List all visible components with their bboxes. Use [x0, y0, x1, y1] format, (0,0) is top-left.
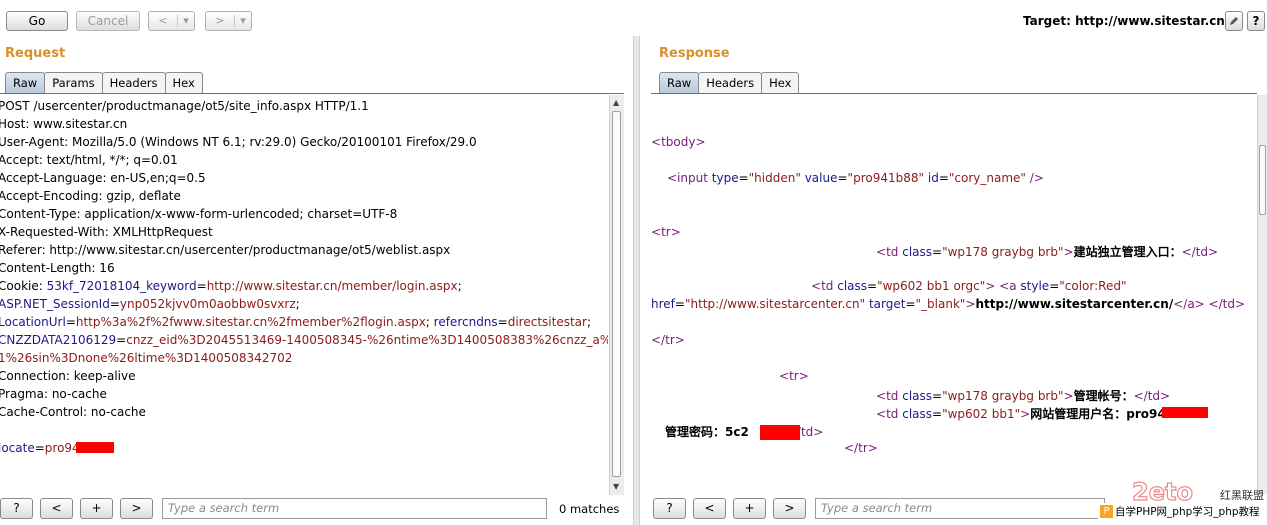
header-line: Accept-Encoding: gzip, deflate	[0, 189, 181, 203]
search-add-button[interactable]: +	[80, 498, 113, 519]
code-line: <tr>	[779, 369, 809, 383]
request-search-input[interactable]: Type a search term	[162, 498, 547, 519]
pencil-icon	[1230, 17, 1238, 25]
forward-button[interactable]: > ▾	[205, 11, 252, 31]
scroll-thumb[interactable]	[612, 111, 621, 477]
request-raw-editor[interactable]: POST /usercenter/productmanage/ot5/site_…	[0, 95, 608, 495]
header-line: Referer: http://www.sitestar.cn/usercent…	[0, 243, 451, 257]
code-line: <tbody>	[651, 135, 706, 149]
code-line: <td class="wp178 graybg brb">管理帐号：</td>	[876, 389, 1171, 403]
code-line: </tr>	[651, 333, 685, 347]
search-add-button[interactable]: +	[733, 498, 766, 519]
cookie-line: 1%26sin%3Dnone%26ltime%3D1400508342702	[0, 351, 293, 365]
header-line: Connection: keep-alive	[0, 369, 136, 383]
header-line: Host: www.sitestar.cn	[0, 117, 128, 131]
cookie-line: CNZZDATA2106129=cnzz_eid%3D2045513469-14…	[0, 333, 608, 347]
split-divider[interactable]	[633, 36, 640, 525]
search-next-button[interactable]: >	[773, 498, 806, 519]
search-prev-button[interactable]: <	[40, 498, 73, 519]
response-search-input[interactable]: Type a search term	[815, 498, 1105, 519]
forward-arrow-icon: >	[215, 14, 225, 27]
header-line: Accept: text/html, */*; q=0.01	[0, 153, 178, 167]
search-next-button[interactable]: >	[120, 498, 153, 519]
request-line: POST /usercenter/productmanage/ot5/site_…	[0, 99, 369, 113]
cookie-line: LocationUrl=http%3a%2f%2fwww.sitestar.cn…	[0, 315, 592, 329]
php-logo-icon: P	[1100, 505, 1113, 518]
response-tabs: Raw Headers Hex	[659, 72, 800, 93]
back-arrow-icon: <	[158, 14, 168, 27]
redaction-box	[760, 425, 800, 440]
code-line: </tr>	[844, 441, 878, 455]
scroll-down-icon: ▼	[613, 482, 620, 491]
code-line: <td class="wp602 bb1 orgc"> <a style="co…	[811, 279, 1127, 293]
tab-headers[interactable]: Headers	[698, 72, 763, 93]
header-line: Accept-Language: en-US,en;q=0.5	[0, 171, 206, 185]
redaction-box	[1162, 407, 1208, 418]
cookie-line: Cookie: 53kf_72018104_keyword=http://www…	[0, 279, 462, 293]
cookie-line: ASP.NET_SessionId=ynp052kjvv0m0aobbw0svx…	[0, 297, 300, 311]
search-help-button[interactable]: ?	[0, 498, 33, 519]
tab-params[interactable]: Params	[44, 72, 103, 93]
response-scrollbar[interactable]	[1257, 95, 1267, 495]
code-line: <td class="wp178 graybg brb">建站独立管理入口：</…	[876, 245, 1219, 259]
scroll-up-icon: ▲	[613, 98, 620, 107]
tab-raw[interactable]: Raw	[5, 72, 46, 93]
header-line: X-Requested-With: XMLHttpRequest	[0, 225, 213, 239]
code-line: <input type="hidden" value="pro941b88" i…	[667, 171, 1044, 185]
tab-hex[interactable]: Hex	[761, 72, 800, 93]
search-prev-button[interactable]: <	[693, 498, 726, 519]
request-scrollbar[interactable]: ▲ ▼	[609, 95, 624, 495]
watermark-text: 红黑联盟	[1220, 489, 1264, 502]
help-button[interactable]: ?	[1247, 11, 1265, 31]
code-line: <tr>	[651, 225, 681, 239]
header-line: Content-Length: 16	[0, 261, 115, 275]
search-help-button[interactable]: ?	[653, 498, 686, 519]
chevron-down-icon: ▾	[240, 14, 246, 27]
chevron-down-icon: ▾	[183, 14, 189, 27]
header-line: Content-Type: application/x-www-form-url…	[0, 207, 398, 221]
edit-target-button[interactable]	[1225, 11, 1243, 31]
request-title: Request	[5, 46, 66, 61]
match-count: 0 matches	[559, 502, 620, 516]
response-title: Response	[659, 46, 730, 61]
response-raw-viewer[interactable]: <tbody> <input type="hidden" value="pro9…	[648, 95, 1256, 495]
watermark-logo-icon: 2eto	[1131, 477, 1193, 506]
cancel-button[interactable]: Cancel	[76, 11, 140, 31]
target-label: Target: http://www.sitestar.cn	[1023, 14, 1225, 28]
svg-text:2eto: 2eto	[1132, 478, 1193, 504]
code-line: <td class="wp602 bb1">网站管理用户名：pro94	[876, 407, 1166, 421]
tab-raw[interactable]: Raw	[659, 72, 700, 93]
go-button[interactable]: Go	[6, 11, 68, 31]
watermark-banner: P 自学PHP网_php学习_php教程	[1098, 503, 1267, 521]
redaction-box	[76, 442, 114, 453]
tab-hex[interactable]: Hex	[164, 72, 203, 93]
request-tabs: Raw Params Headers Hex	[5, 72, 203, 93]
header-line: Pragma: no-cache	[0, 387, 107, 401]
tab-headers[interactable]: Headers	[101, 72, 166, 93]
watermark-logo: 2eto	[1131, 477, 1222, 506]
back-button[interactable]: < ▾	[148, 11, 195, 31]
code-line: href="http://www.sitestarcenter.cn" targ…	[651, 297, 1246, 311]
header-line: Cache-Control: no-cache	[0, 405, 146, 419]
header-line: User-Agent: Mozilla/5.0 (Windows NT 6.1;…	[0, 135, 477, 149]
scroll-thumb[interactable]	[1259, 145, 1266, 215]
